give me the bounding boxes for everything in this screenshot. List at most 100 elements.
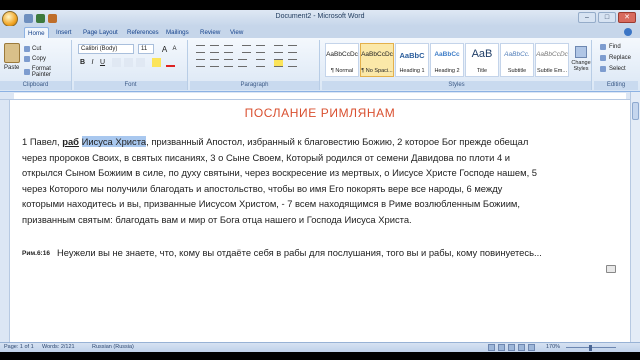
- ribbon: Paste Cut Copy Format Painter Clipboard …: [0, 38, 640, 92]
- style-heading-1[interactable]: AaBbC Heading 1: [395, 43, 429, 77]
- page-count[interactable]: Page: 1 of 1: [4, 343, 34, 352]
- multilevel-list-icon[interactable]: [224, 45, 233, 53]
- font-size-box[interactable]: 11: [138, 44, 154, 54]
- subscript-icon[interactable]: [124, 58, 133, 67]
- web-layout-icon[interactable]: [508, 344, 515, 351]
- change-styles-icon: [575, 46, 587, 58]
- style-normal[interactable]: AaBbCcDc ¶ Normal: [325, 43, 359, 77]
- tab-home[interactable]: Home: [24, 27, 49, 38]
- word-window: Document2 - Microsoft Word – □ ✕ Home In…: [0, 10, 640, 352]
- maximize-button[interactable]: □: [598, 12, 616, 23]
- justify-icon[interactable]: [238, 59, 247, 67]
- minimize-button[interactable]: –: [578, 12, 596, 23]
- zoom-slider-knob[interactable]: [589, 345, 592, 351]
- ribbon-tabs: Home Insert Page Layout References Maili…: [0, 26, 640, 38]
- format-painter-button[interactable]: Format Painter: [24, 66, 71, 78]
- style-subtitle[interactable]: AaBbCc. Subtitle: [500, 43, 534, 77]
- tab-review[interactable]: Review: [197, 27, 223, 38]
- full-screen-icon[interactable]: [498, 344, 505, 351]
- replace-button[interactable]: Replace: [600, 55, 631, 61]
- align-left-icon[interactable]: [196, 59, 205, 67]
- tab-insert[interactable]: Insert: [53, 27, 74, 38]
- strikethrough-icon[interactable]: [112, 58, 121, 67]
- grow-font-button[interactable]: A: [160, 45, 169, 54]
- superscript-icon[interactable]: [136, 58, 145, 67]
- document-paragraph[interactable]: 1 Павел, раб Иисуса Христа, призванный А…: [22, 134, 614, 228]
- style-title[interactable]: AaB Title: [465, 43, 499, 77]
- paragraph-line-5: которыми находитесь и вы, призванные Иис…: [22, 198, 520, 210]
- align-right-icon[interactable]: [224, 59, 233, 67]
- verse-reference: Рим.6:16: [22, 250, 50, 257]
- outline-icon[interactable]: [518, 344, 525, 351]
- shrink-font-button[interactable]: A: [170, 45, 179, 54]
- decrease-indent-icon[interactable]: [242, 45, 251, 53]
- select-icon: [600, 66, 606, 72]
- style-no-spacing[interactable]: AaBbCcDc ¶ No Spaci...: [360, 43, 394, 77]
- window-controls: – □ ✕: [578, 12, 636, 23]
- bold-word: раб: [62, 136, 79, 147]
- show-marks-icon[interactable]: [288, 45, 297, 53]
- paste-options-icon[interactable]: [606, 265, 616, 273]
- underline-button[interactable]: U: [98, 58, 107, 67]
- bold-button[interactable]: B: [78, 58, 87, 67]
- styles-group: AaBbCcDc ¶ Normal AaBbCcDc ¶ No Spaci...…: [322, 40, 592, 90]
- paste-button[interactable]: Paste: [4, 65, 19, 71]
- binoculars-icon: [600, 44, 606, 50]
- horizontal-ruler[interactable]: [0, 92, 640, 100]
- tab-mailings[interactable]: Mailings: [163, 27, 192, 38]
- vertical-scrollbar[interactable]: [630, 92, 640, 342]
- paste-icon[interactable]: [4, 43, 20, 63]
- tab-references[interactable]: References: [124, 27, 162, 38]
- font-color-icon[interactable]: [166, 58, 175, 67]
- italic-button[interactable]: I: [88, 58, 97, 67]
- change-styles-button[interactable]: Change Styles: [569, 46, 593, 72]
- window-title: Document2 - Microsoft Word: [275, 13, 365, 20]
- word-count[interactable]: Words: 2/121: [42, 343, 75, 352]
- editing-group: Find Replace Select Editing: [594, 40, 638, 90]
- selected-text[interactable]: Иисуса Христа: [81, 136, 147, 147]
- paragraph-line-3: открылся Сыном Божиим в силе, по духу св…: [22, 167, 537, 179]
- verse-text: Неужели вы не знаете, что, кому вы отдаё…: [57, 247, 542, 258]
- paragraph-label: Paragraph: [190, 81, 319, 90]
- sort-icon[interactable]: [274, 45, 283, 53]
- select-button[interactable]: Select: [600, 66, 626, 72]
- tab-view[interactable]: View: [227, 27, 246, 38]
- line-spacing-icon[interactable]: [256, 59, 265, 67]
- style-subtle-emphasis[interactable]: AaBbCcDc Subtle Em...: [535, 43, 569, 77]
- clipboard-group: Paste Cut Copy Format Painter Clipboard: [0, 40, 72, 90]
- tab-page-layout[interactable]: Page Layout: [80, 27, 121, 38]
- ruler-track: [14, 93, 626, 99]
- video-frame: Document2 - Microsoft Word – □ ✕ Home In…: [0, 0, 640, 360]
- paragraph-line-4: через Которого мы получили благодать и а…: [22, 182, 503, 194]
- draft-icon[interactable]: [528, 344, 535, 351]
- print-layout-icon[interactable]: [488, 344, 495, 351]
- find-button[interactable]: Find: [600, 44, 621, 50]
- paragraph-line-2: через пророков Своих, в святых писаниях,…: [22, 151, 510, 163]
- clipboard-label: Clipboard: [0, 81, 71, 90]
- replace-icon: [600, 55, 606, 61]
- numbering-icon[interactable]: [210, 45, 219, 53]
- vertical-ruler[interactable]: [0, 100, 10, 342]
- copy-icon: [24, 56, 30, 62]
- scissors-icon: [24, 46, 30, 52]
- font-name-box[interactable]: Calibri (Body): [78, 44, 134, 54]
- zoom-level[interactable]: 170%: [546, 343, 560, 352]
- font-label: Font: [74, 81, 187, 90]
- title-bar: Document2 - Microsoft Word – □ ✕: [0, 10, 640, 27]
- copy-button[interactable]: Copy: [24, 56, 46, 62]
- increase-indent-icon[interactable]: [256, 45, 265, 53]
- highlight-color-icon[interactable]: [152, 58, 161, 67]
- editing-label: Editing: [594, 81, 638, 90]
- help-icon[interactable]: [624, 28, 632, 36]
- align-center-icon[interactable]: [210, 59, 219, 67]
- close-button[interactable]: ✕: [618, 12, 636, 23]
- paragraph-group: Paragraph: [190, 40, 320, 90]
- language-indicator[interactable]: Russian (Russia): [92, 343, 134, 352]
- paragraph-line-6: призванным святым: благодать вам и мир о…: [22, 213, 412, 225]
- shading-icon[interactable]: [274, 59, 283, 67]
- cut-button[interactable]: Cut: [24, 46, 41, 52]
- bullets-icon[interactable]: [196, 45, 205, 53]
- status-bar: Page: 1 of 1 Words: 2/121 Russian (Russi…: [0, 342, 640, 352]
- borders-icon[interactable]: [288, 59, 297, 67]
- style-heading-2[interactable]: AaBbCc Heading 2: [430, 43, 464, 77]
